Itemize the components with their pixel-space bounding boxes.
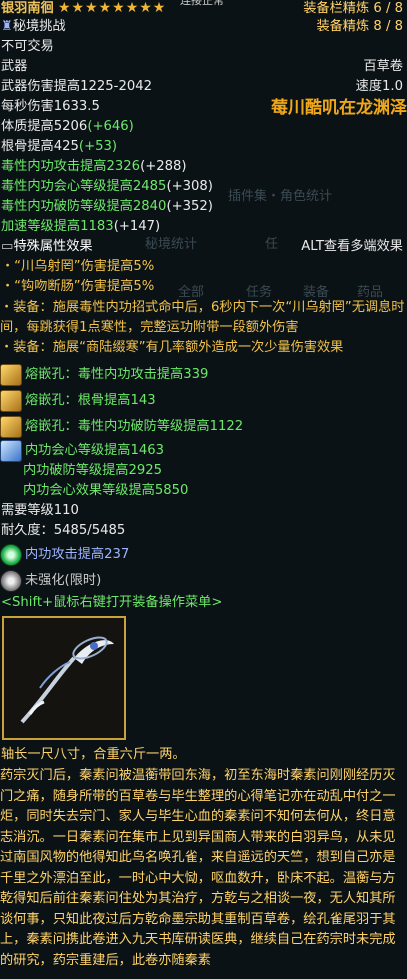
big-gem-line-3: 内功会心效果等级提高5850	[23, 483, 189, 498]
gold-gem-icon	[0, 390, 22, 412]
stat-poison-pen: 毒性内功破防等级提高2840(+352)	[1, 199, 213, 214]
status-peek: 连接正常	[180, 0, 224, 7]
special-line-2: ・“钩吻断肠”伤害提高5%	[1, 279, 155, 294]
item-tooltip: 银羽南徊 ★★★★★★★★ 连接正常 装备栏精炼 6 / 8 ♜秘境挑战 装备精…	[0, 0, 407, 971]
socket-3: 熔嵌孔：毒性内功破防等级提高1122	[0, 414, 407, 440]
big-gem-row: 内功会心等级提高1463	[0, 440, 407, 462]
attack-speed: 速度1.0	[355, 79, 403, 94]
type-row: 武器 百草卷	[1, 59, 403, 74]
stat-constitution: 体质提高5206(+646)	[1, 119, 134, 134]
stat-damage: 武器伤害提高1225-2042 速度1.0	[1, 79, 403, 94]
weapon-category: 百草卷	[363, 59, 403, 74]
stat-poison-attack: 毒性内功攻击提高2326(+288)	[1, 159, 187, 174]
alt-hint: ALT查看多端效果	[301, 239, 403, 254]
durability: 耐久度：5485/5485	[1, 523, 126, 538]
socket-2: 熔嵌孔：根骨提高143	[0, 388, 407, 414]
stat-spirit: 根骨提高425(+53)	[1, 139, 118, 154]
item-name: 银羽南徊	[1, 1, 54, 16]
stat-haste: 加速等级提高1183(+147)	[1, 219, 161, 234]
shift-hint: <Shift+鼠标右键打开装备操作菜单>	[1, 595, 223, 610]
gold-gem-icon	[0, 364, 22, 386]
lore-text: 药宗灭门后，秦素问被温蘅带回东海，初至东海时秦素问刚刚经历灭门之痛，随身所带的百…	[0, 768, 396, 968]
event-row: ♜秘境挑战 装备精炼 8 / 8	[0, 18, 407, 38]
enhance-icon	[0, 570, 22, 592]
slot-refine: 装备栏精炼 6 / 8	[303, 1, 403, 16]
item-image	[2, 616, 126, 740]
title-row: 银羽南徊 ★★★★★★★★ 连接正常 装备栏精炼 6 / 8	[0, 0, 407, 18]
item-refine: 装备精炼 8 / 8	[316, 19, 403, 34]
enhance-row: 未强化(限时)	[0, 568, 407, 594]
monitor-icon: ▭	[1, 239, 14, 254]
stat-poison-crit: 毒性内功会心等级提高2485(+308)	[1, 179, 213, 194]
special-line-3: ・装备：施展毒性内功招式命中后，6秒内下一次“川乌射罔”无调息时间，每跳获得1点…	[0, 300, 405, 335]
crystal-gem-icon	[0, 440, 22, 462]
stat-dps: 每秒伤害1633.5	[1, 99, 100, 114]
enchant-icon	[0, 544, 22, 566]
gold-gem-icon	[0, 416, 22, 438]
big-gem-line-2: 内功破防等级提高2925	[23, 463, 163, 478]
required-level: 需要等级110	[1, 503, 79, 518]
special-line-1: ・“川乌射罔”伤害提高5%	[1, 259, 155, 274]
star-rating: ★★★★★★★★	[57, 0, 167, 16]
enchant-row: 内功攻击提高237	[0, 542, 407, 568]
peacock-scroll-icon	[4, 618, 124, 738]
event-tag: 秘境挑战	[12, 19, 66, 34]
special-line-4: ・装备：施展“商陆缀寒”有几率额外造成一次少量伤害效果	[0, 340, 344, 355]
special-header: ▭特殊属性效果 ALT查看多端效果	[1, 239, 403, 254]
trade-status: 不可交易	[1, 39, 54, 54]
socket-1: 熔嵌孔：毒性内功攻击提高339	[0, 362, 407, 388]
tower-icon: ♜	[1, 19, 13, 34]
item-size: 轴长一尺八寸，合重六斤一两。	[1, 747, 186, 762]
